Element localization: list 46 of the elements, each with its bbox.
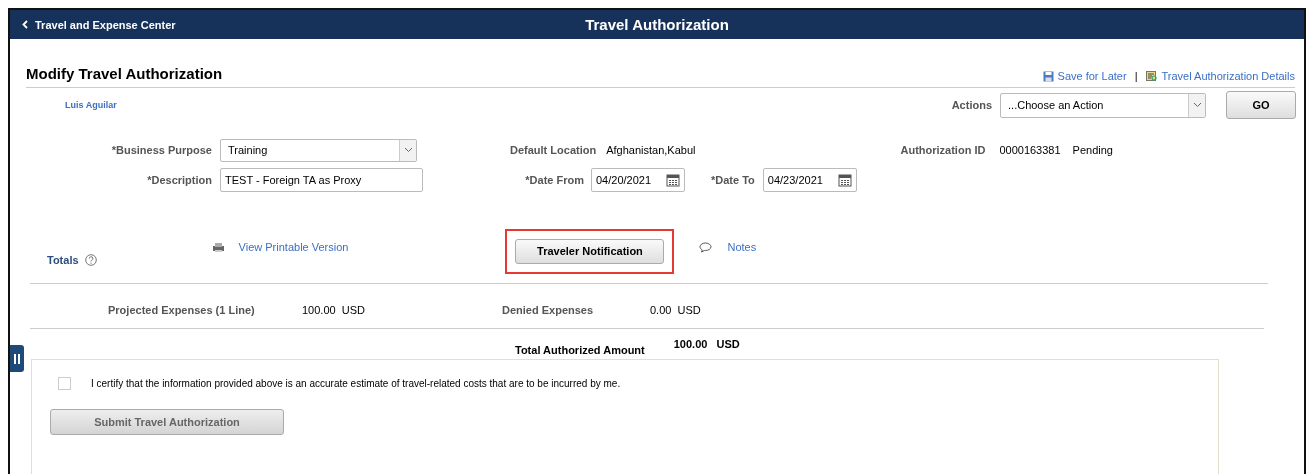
go-button[interactable]: GO <box>1226 91 1296 119</box>
printable-version-link[interactable]: View Printable Version <box>211 241 349 253</box>
header-title: Travel Authorization <box>585 16 729 33</box>
chevron-down-icon <box>403 147 413 153</box>
chevron-down-icon <box>1192 102 1202 108</box>
link-separator: | <box>1134 70 1138 82</box>
traveler-notification-button[interactable]: Traveler Notification <box>515 238 665 264</box>
chevron-left-icon <box>22 20 28 29</box>
save-link[interactable]: Save for Later <box>1042 70 1127 82</box>
date-from-field[interactable]: 04/20/2021 <box>591 168 685 192</box>
calendar-icon[interactable] <box>837 173 852 187</box>
field-value: Afghanistan,Kabul <box>606 144 696 156</box>
actions-select[interactable]: ...Choose an Action <box>1000 92 1206 118</box>
speech-bubble-icon <box>699 241 713 253</box>
back-link[interactable]: Travel and Expense Center <box>10 18 176 31</box>
certify-text: I certify that the information provided above is an accurate estimate of travel-related costs that are to be incurred by me. <box>91 377 621 389</box>
description-field[interactable]: TEST - Foreign TA as Proxy <box>220 168 423 192</box>
field-label: Default Location <box>510 144 597 156</box>
total-label: Total Authorized Amount <box>515 344 645 356</box>
calendar-icon[interactable] <box>666 173 680 187</box>
expense-label: Denied Expenses <box>502 304 595 316</box>
total-amount: 100.00 USD <box>673 338 740 350</box>
totals-label: Totals <box>47 254 79 266</box>
amount-value: 0.00 USD <box>650 304 701 316</box>
page-title: Modify Travel Authorization <box>26 65 223 82</box>
business-purpose-select[interactable]: Training <box>220 138 417 162</box>
amount-value: 100.00 USD <box>302 304 366 316</box>
certify-checkbox[interactable] <box>58 376 71 390</box>
actions-label: Actions <box>951 99 992 111</box>
notes-link[interactable]: Notes <box>699 241 757 253</box>
help-icon[interactable] <box>84 254 97 266</box>
field-value: 0000163381 <box>999 144 1061 156</box>
document-magnifier-icon <box>1145 70 1158 82</box>
field-label: *Date From <box>524 174 584 186</box>
pause-icon <box>14 353 20 364</box>
pause-tab[interactable] <box>10 345 24 372</box>
field-label: *Description <box>146 174 212 186</box>
date-to-field[interactable]: 04/23/2021 <box>762 168 857 192</box>
field-label: Authorization ID <box>900 144 986 156</box>
details-link[interactable]: Travel Authorization Details <box>1145 70 1295 82</box>
field-label: *Business Purpose <box>110 144 212 156</box>
expense-label: Projected Expenses (1 Line) <box>108 304 256 316</box>
status-text: Pending <box>1072 144 1113 156</box>
field-label: *Date To <box>711 174 755 186</box>
printer-icon <box>211 241 225 253</box>
traveler-name-link[interactable]: Luis Aguilar <box>65 100 117 110</box>
